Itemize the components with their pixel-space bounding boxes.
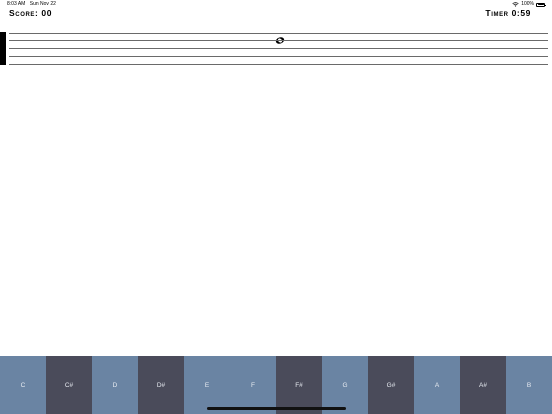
staff-line [9,56,548,57]
battery-cap [545,4,546,6]
battery-icon [536,2,546,7]
key-label: F# [295,381,303,389]
status-date: Sun Nov 22 [29,1,56,7]
key-f[interactable]: F [230,356,276,414]
key-label: C# [64,381,74,389]
key-label: A [434,381,440,389]
key-label: F [251,381,255,389]
staff-line [9,48,548,49]
key-c[interactable]: C [0,356,46,414]
key-label: E [204,381,210,389]
key-label: C [20,381,26,389]
key-a[interactable]: A [414,356,460,414]
key-d[interactable]: D [92,356,138,414]
key-g[interactable]: G [322,356,368,414]
key-c-sharp[interactable]: C# [46,356,92,414]
music-staff [0,32,552,66]
key-label: D [112,381,118,389]
key-f-sharp[interactable]: F# [276,356,322,414]
key-label: G# [386,381,396,389]
staff-line [9,64,548,65]
timer-label: Timer 0:59 [485,8,531,18]
staff-start-bar [0,32,6,65]
wifi-icon [512,2,519,7]
note-keyboard: C C# D D# E F F# G G# A A# B [0,356,552,414]
key-b[interactable]: B [506,356,552,414]
key-label: B [526,381,532,389]
key-a-sharp[interactable]: A# [460,356,506,414]
score-label: Score: 00 [9,8,53,18]
staff-line [9,33,548,34]
status-time: 8:03 AM [7,1,26,7]
battery-fill [537,4,544,5]
staff-line [9,40,548,41]
key-label: G [342,381,348,389]
key-g-sharp[interactable]: G# [368,356,414,414]
status-bar: 8:03 AM Sun Nov 22 100% [0,0,552,9]
key-d-sharp[interactable]: D# [138,356,184,414]
key-label: D# [156,381,166,389]
key-e[interactable]: E [184,356,230,414]
home-indicator[interactable] [207,407,346,410]
key-label: A# [479,381,487,389]
